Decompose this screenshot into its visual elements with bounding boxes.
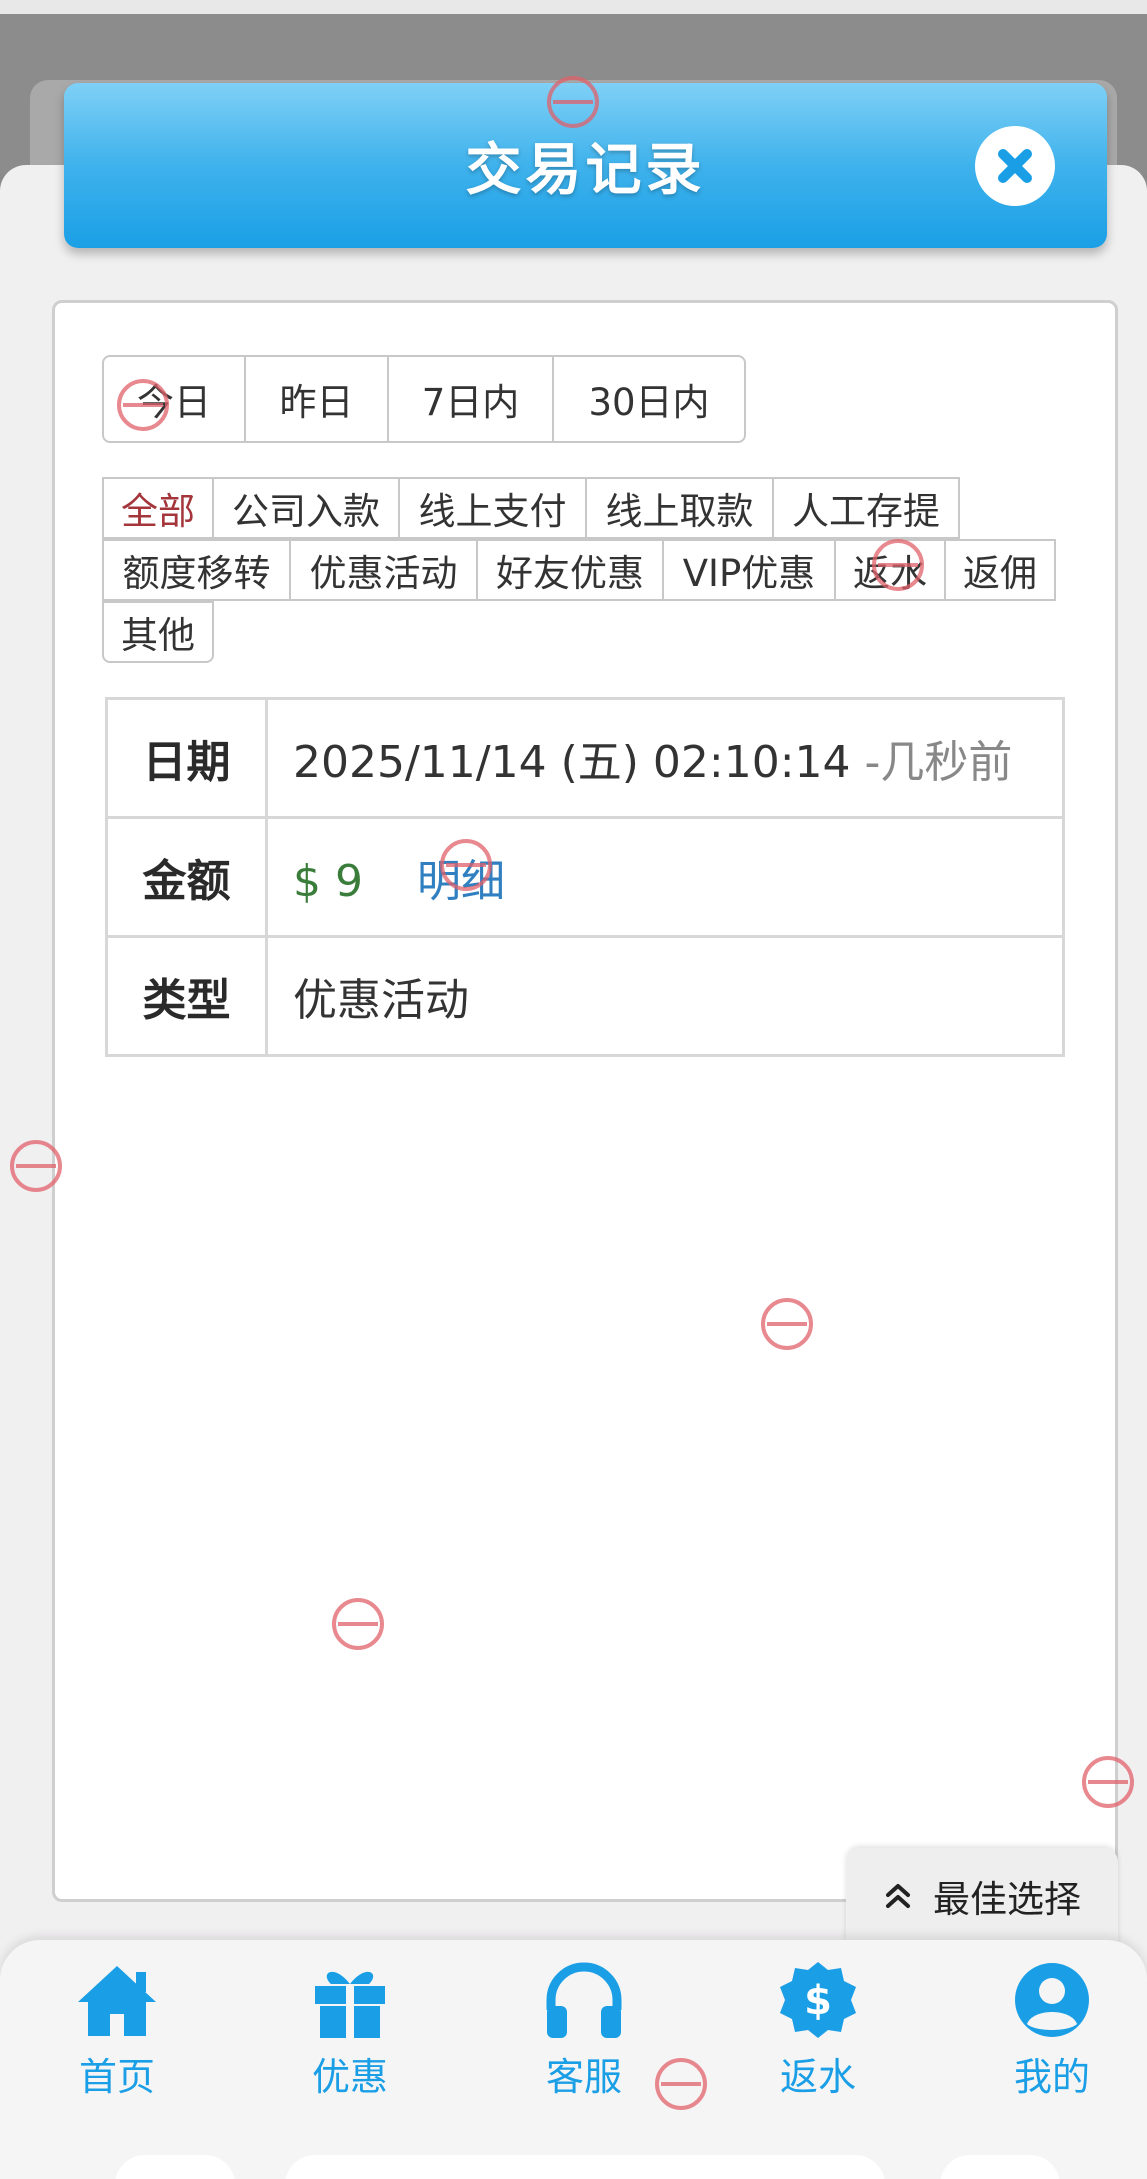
category-online-payment[interactable]: 线上支付 bbox=[398, 477, 587, 539]
tab-support[interactable]: 客服 bbox=[499, 1960, 669, 2110]
tab-profile-label: 我的 bbox=[1013, 2055, 1090, 2099]
category-vip-bonus[interactable]: VIP优惠 bbox=[662, 539, 836, 601]
status-strip bbox=[0, 0, 1147, 14]
detail-link[interactable]: 明细 bbox=[417, 856, 505, 907]
svg-text:$: $ bbox=[804, 1978, 832, 2024]
amount-label: 金额 bbox=[105, 816, 268, 938]
category-all[interactable]: 全部 bbox=[102, 477, 214, 539]
category-company-deposit[interactable]: 公司入款 bbox=[212, 477, 400, 539]
best-choice-button[interactable]: 最佳选择 bbox=[846, 1848, 1118, 1944]
tab-support-label: 客服 bbox=[545, 2055, 622, 2099]
chevron-up-double-icon bbox=[886, 1884, 910, 1908]
user-icon bbox=[1015, 1963, 1089, 2037]
table-row: 类型 优惠活动 bbox=[105, 935, 1065, 1057]
bottom-tabbar: 首页 优惠 客服 $ 返水 我的 bbox=[0, 1940, 1147, 2179]
date-cell: 2025/11/14 (五) 02:10:14 -几秒前 bbox=[265, 697, 1065, 819]
headset-icon bbox=[546, 1962, 622, 2038]
page-title: 交易记录 bbox=[465, 138, 706, 203]
date-filter-group: 今日 昨日 7日内 30日内 bbox=[102, 355, 746, 443]
modal-header: 交易记录 bbox=[64, 83, 1107, 248]
bottom-partial-shape bbox=[940, 2155, 1060, 2179]
date-filter-30days[interactable]: 30日内 bbox=[554, 357, 744, 441]
category-manual[interactable]: 人工存提 bbox=[772, 477, 960, 539]
amount-cell: $ 9 明细 bbox=[265, 816, 1065, 938]
category-rebate[interactable]: 返水 bbox=[834, 539, 946, 601]
dollar-badge-icon: $ bbox=[780, 1962, 856, 2038]
category-transfer[interactable]: 额度移转 bbox=[102, 539, 291, 601]
tab-rebate[interactable]: $ 返水 bbox=[733, 1960, 903, 2110]
gift-icon bbox=[315, 1971, 385, 2038]
date-relative: -几秒前 bbox=[864, 737, 1013, 788]
date-value: 2025/11/14 (五) 02:10:14 bbox=[293, 737, 851, 788]
best-choice-label: 最佳选择 bbox=[933, 1878, 1081, 1921]
table-row: 日期 2025/11/14 (五) 02:10:14 -几秒前 bbox=[105, 697, 1065, 819]
date-filter-today[interactable]: 今日 bbox=[104, 357, 246, 441]
tab-home-label: 首页 bbox=[78, 2055, 155, 2099]
tab-promotions[interactable]: 优惠 bbox=[265, 1960, 435, 2110]
transaction-table: 日期 2025/11/14 (五) 02:10:14 -几秒前 金额 $ 9 明… bbox=[105, 697, 1065, 1057]
category-promotions[interactable]: 优惠活动 bbox=[289, 539, 478, 601]
close-button[interactable] bbox=[975, 126, 1055, 206]
tab-profile[interactable]: 我的 bbox=[967, 1960, 1137, 2110]
date-label: 日期 bbox=[105, 697, 268, 819]
home-icon bbox=[78, 1966, 156, 2036]
tab-rebate-label: 返水 bbox=[779, 2055, 856, 2099]
date-filter-7days[interactable]: 7日内 bbox=[389, 357, 554, 441]
table-row: 金额 $ 9 明细 bbox=[105, 816, 1065, 938]
category-online-withdraw[interactable]: 线上取款 bbox=[585, 477, 774, 539]
type-label: 类型 bbox=[105, 935, 268, 1057]
close-icon bbox=[998, 149, 1032, 183]
category-other[interactable]: 其他 bbox=[102, 601, 214, 663]
tab-home[interactable]: 首页 bbox=[32, 1960, 202, 2110]
category-commission[interactable]: 返佣 bbox=[944, 539, 1056, 601]
date-filter-yesterday[interactable]: 昨日 bbox=[246, 357, 389, 441]
bottom-partial-shape bbox=[115, 2155, 235, 2179]
amount-value: $ 9 bbox=[293, 856, 363, 907]
type-value: 优惠活动 bbox=[265, 935, 1065, 1057]
bottom-partial-bar bbox=[285, 2155, 885, 2179]
category-friend-bonus[interactable]: 好友优惠 bbox=[476, 539, 664, 601]
tab-promotions-label: 优惠 bbox=[311, 2055, 388, 2099]
